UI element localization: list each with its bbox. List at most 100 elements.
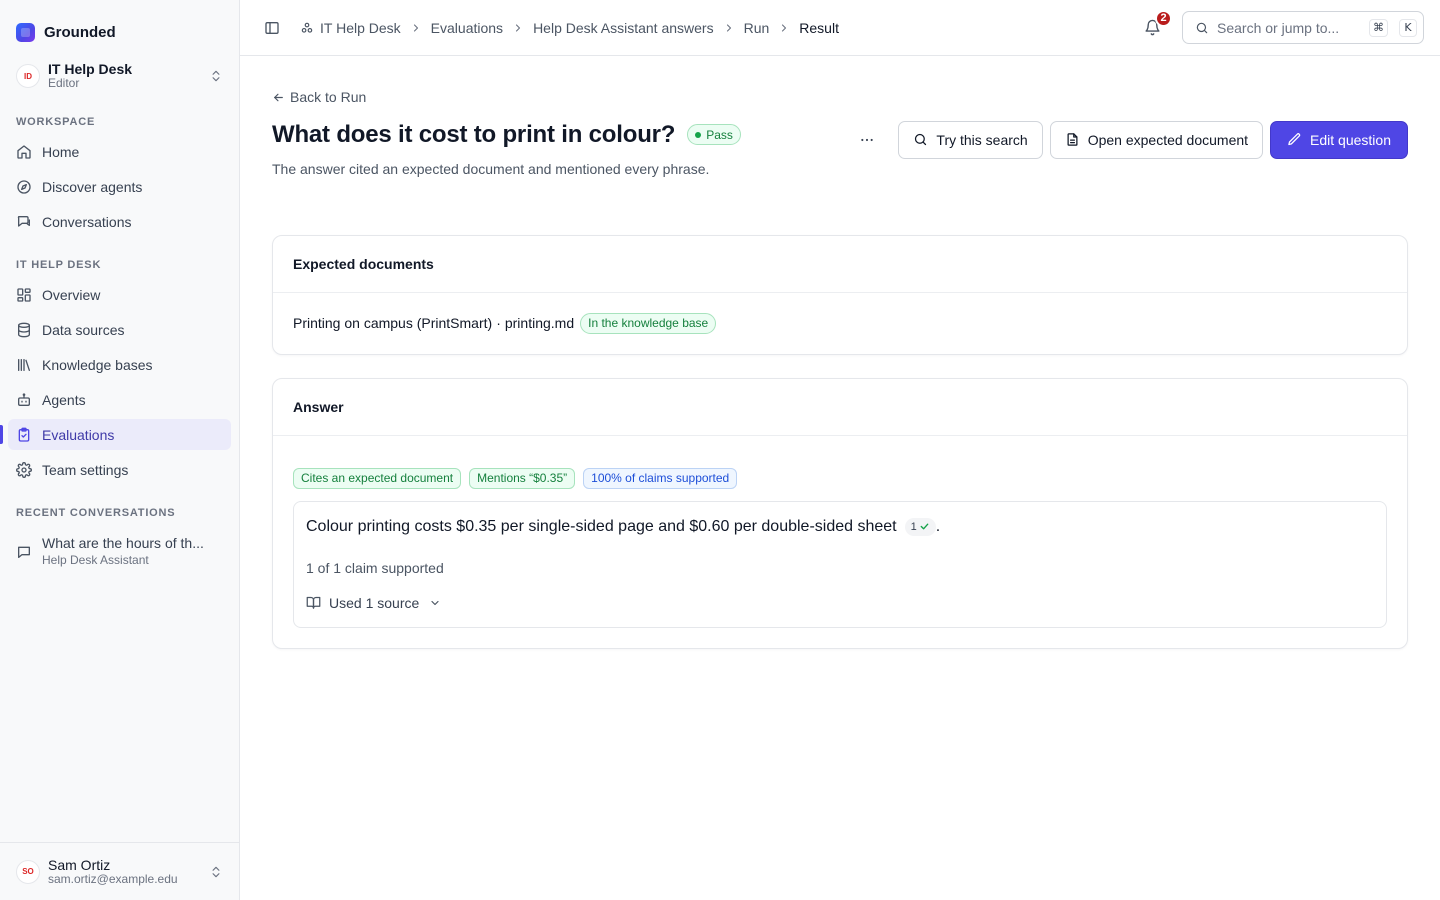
check-chips: Cites an expected document Mentions “$0.… [293,467,1387,489]
team-switcher[interactable]: ID IT Help Desk Editor [0,46,239,96]
user-email: sam.ortiz@example.edu [48,871,178,886]
grid-icon [17,287,31,302]
check-chip: Cites an expected document [293,467,462,489]
chevrons-up-down-icon [212,70,220,82]
user-name: Sam Ortiz [48,856,111,873]
breadcrumb-team[interactable]: IT Help Desk [300,20,401,36]
sidebar-item-label: Evaluations [42,426,115,443]
home-icon [17,144,31,159]
file-text-icon [1067,133,1078,146]
workspace-section-label: WORKSPACE [16,116,96,128]
answer-card: Answer Cites an expected document Mentio… [272,377,1408,649]
button-label: Edit question [1310,131,1391,148]
sidebar-item-evaluations[interactable]: Evaluations [0,419,231,450]
sidebar-item-data-sources[interactable]: Data sources [8,314,231,345]
team-section-label: IT HELP DESK [16,259,102,271]
check-icon [920,523,929,530]
status-badge: Pass [687,124,741,145]
sidebar-item-label: Knowledge bases [42,356,153,373]
claims-summary: 1 of 1 claim supported [306,559,444,576]
button-label: Try this search [936,131,1028,148]
arrow-left-icon [274,93,283,101]
more-actions-button[interactable] [851,124,883,156]
page-title: What does it cost to print in colour? [272,120,676,148]
user-avatar: SO [16,859,40,884]
chevron-down-icon [431,600,439,605]
search-icon [1196,22,1208,33]
back-label: Back to Run [290,89,367,105]
answer-sentence: Colour printing costs $0.35 per single-s… [306,517,897,535]
recent-conversation-agent: Help Desk Assistant [42,553,149,567]
breadcrumb-result: Result [799,19,839,36]
notifications-button[interactable]: 2 [1136,9,1172,44]
message-square-icon [18,546,30,558]
gear-icon [16,461,32,478]
user-menu[interactable]: SO Sam Ortiz sam.ortiz@example.edu [0,842,239,900]
back-to-run-link[interactable]: Back to Run [272,89,366,105]
sidebar-item-team-settings[interactable]: Team settings [8,454,231,485]
answer-trailing: . [935,517,941,535]
answer-box: Colour printing costs $0.35 per single-s… [293,500,1387,628]
button-label: Open expected document [1087,131,1249,148]
check-chip: 100% of claims supported [583,467,738,489]
breadcrumb-evaluation-set[interactable]: Help Desk Assistant answers [533,20,714,36]
citation-marker[interactable]: 1 [904,517,936,536]
pencil-icon [1288,133,1301,146]
sidebar-item-overview[interactable]: Overview [8,279,231,310]
brand-name: Grounded [44,23,116,41]
document-separator: · [496,315,501,331]
sidebar-item-home[interactable]: Home [8,136,231,167]
team-avatar: ID [16,64,40,88]
sidebar-item-label: Overview [42,286,101,303]
sources-toggle[interactable]: Used 1 source [306,595,441,611]
chevron-right-icon [782,23,787,32]
sidebar-item-conversations[interactable]: Conversations [8,206,231,237]
sidebar: Grounded ID IT Help Desk Editor WORKSPAC… [0,0,240,900]
chevron-right-icon [413,23,418,32]
sidebar-item-label: Data sources [42,321,125,338]
brand-logo-icon [16,22,35,42]
sidebar-item-label: Agents [42,391,86,408]
book-open-icon [306,596,321,609]
shortcut-key-k: K [1399,18,1417,37]
citation-number: 1 [910,520,917,533]
shortcut-key-cmd: ⌘ [1369,18,1388,37]
search-icon [915,133,927,146]
breadcrumb-evaluations[interactable]: Evaluations [431,20,503,36]
recent-conversation-title: What are the hours of th... [42,535,204,551]
breadcrumb: IT Help Desk Evaluations Help Desk Assis… [300,20,839,36]
answer-text: Colour printing costs $0.35 per single-s… [306,517,1374,536]
library-icon [18,358,30,371]
chevron-right-icon [726,23,731,32]
compass-icon [17,179,31,194]
sidebar-toggle-icon[interactable] [264,20,280,36]
database-icon [18,322,30,337]
sidebar-item-agents[interactable]: Agents [8,384,231,415]
sources-label: Used 1 source [329,594,420,611]
more-horizontal-icon [861,138,874,141]
sidebar-item-label: Conversations [42,213,132,230]
chat-icon [17,215,30,227]
search-input[interactable]: Search or jump to... ⌘ K [1182,11,1424,44]
notification-count-badge: 2 [1155,9,1172,27]
sidebar-item-knowledge-bases[interactable]: Knowledge bases [8,349,231,380]
open-expected-document-button[interactable]: Open expected document [1049,120,1264,159]
chevron-right-icon [516,23,521,32]
brand[interactable]: Grounded [0,0,239,46]
sidebar-item-label: Home [42,143,80,160]
document-file: printing.md [504,315,575,331]
edit-question-button[interactable]: Edit question [1270,120,1408,159]
breadcrumb-run[interactable]: Run [744,20,770,36]
clipboard-check-icon [18,427,30,442]
status-label: Pass [706,127,733,142]
sidebar-item-discover-agents[interactable]: Discover agents [8,171,231,202]
search-placeholder: Search or jump to... [1217,19,1340,36]
card-heading: Expected documents [273,236,1407,293]
main-area: IT Help Desk Evaluations Help Desk Assis… [240,0,1440,900]
expected-document-row: Printing on campus (PrintSmart) · printi… [273,293,1407,354]
try-search-button[interactable]: Try this search [898,120,1043,159]
recent-conversation-item[interactable]: What are the hours of th... Help Desk As… [8,531,231,571]
sidebar-item-label: Discover agents [42,178,143,195]
bot-icon [18,392,30,406]
sidebar-item-label: Team settings [42,461,129,478]
